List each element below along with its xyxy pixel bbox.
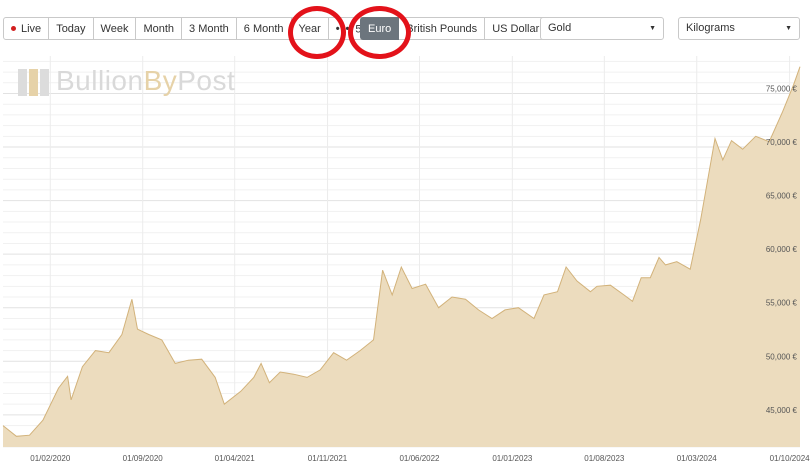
x-tick-label: 01/01/2023 — [492, 454, 533, 463]
x-tick-label: 01/10/2024 — [770, 454, 811, 463]
x-tick-label: 01/02/2020 — [30, 454, 71, 463]
price-area-fill — [3, 66, 800, 447]
logo-text-post: Post — [177, 65, 236, 96]
y-tick-label: 70,000 € — [766, 138, 798, 147]
x-tick-label: 01/11/2021 — [308, 454, 348, 463]
y-tick-label: 50,000 € — [766, 352, 798, 361]
logo-text-by: By — [143, 65, 178, 96]
x-tick-label: 01/09/2020 — [123, 454, 164, 463]
y-tick-label: 60,000 € — [766, 245, 798, 254]
x-tick-label: 01/04/2021 — [215, 454, 256, 463]
y-tick-label: 45,000 € — [766, 406, 798, 415]
y-tick-label: 65,000 € — [766, 192, 798, 201]
x-tick-label: 01/06/2022 — [399, 454, 440, 463]
y-tick-label: 55,000 € — [766, 299, 798, 308]
logo-text: BullionByPost — [56, 65, 235, 97]
logo-text-bullion: Bullion — [56, 65, 144, 96]
red-circle-annotation — [288, 6, 346, 59]
y-tick-label: 75,000 € — [766, 84, 798, 93]
red-circle-annotation — [348, 6, 411, 59]
x-tick-label: 01/03/2024 — [677, 454, 718, 463]
x-tick-label: 01/08/2023 — [584, 454, 625, 463]
bullionbypost-logo-icon — [18, 69, 49, 96]
